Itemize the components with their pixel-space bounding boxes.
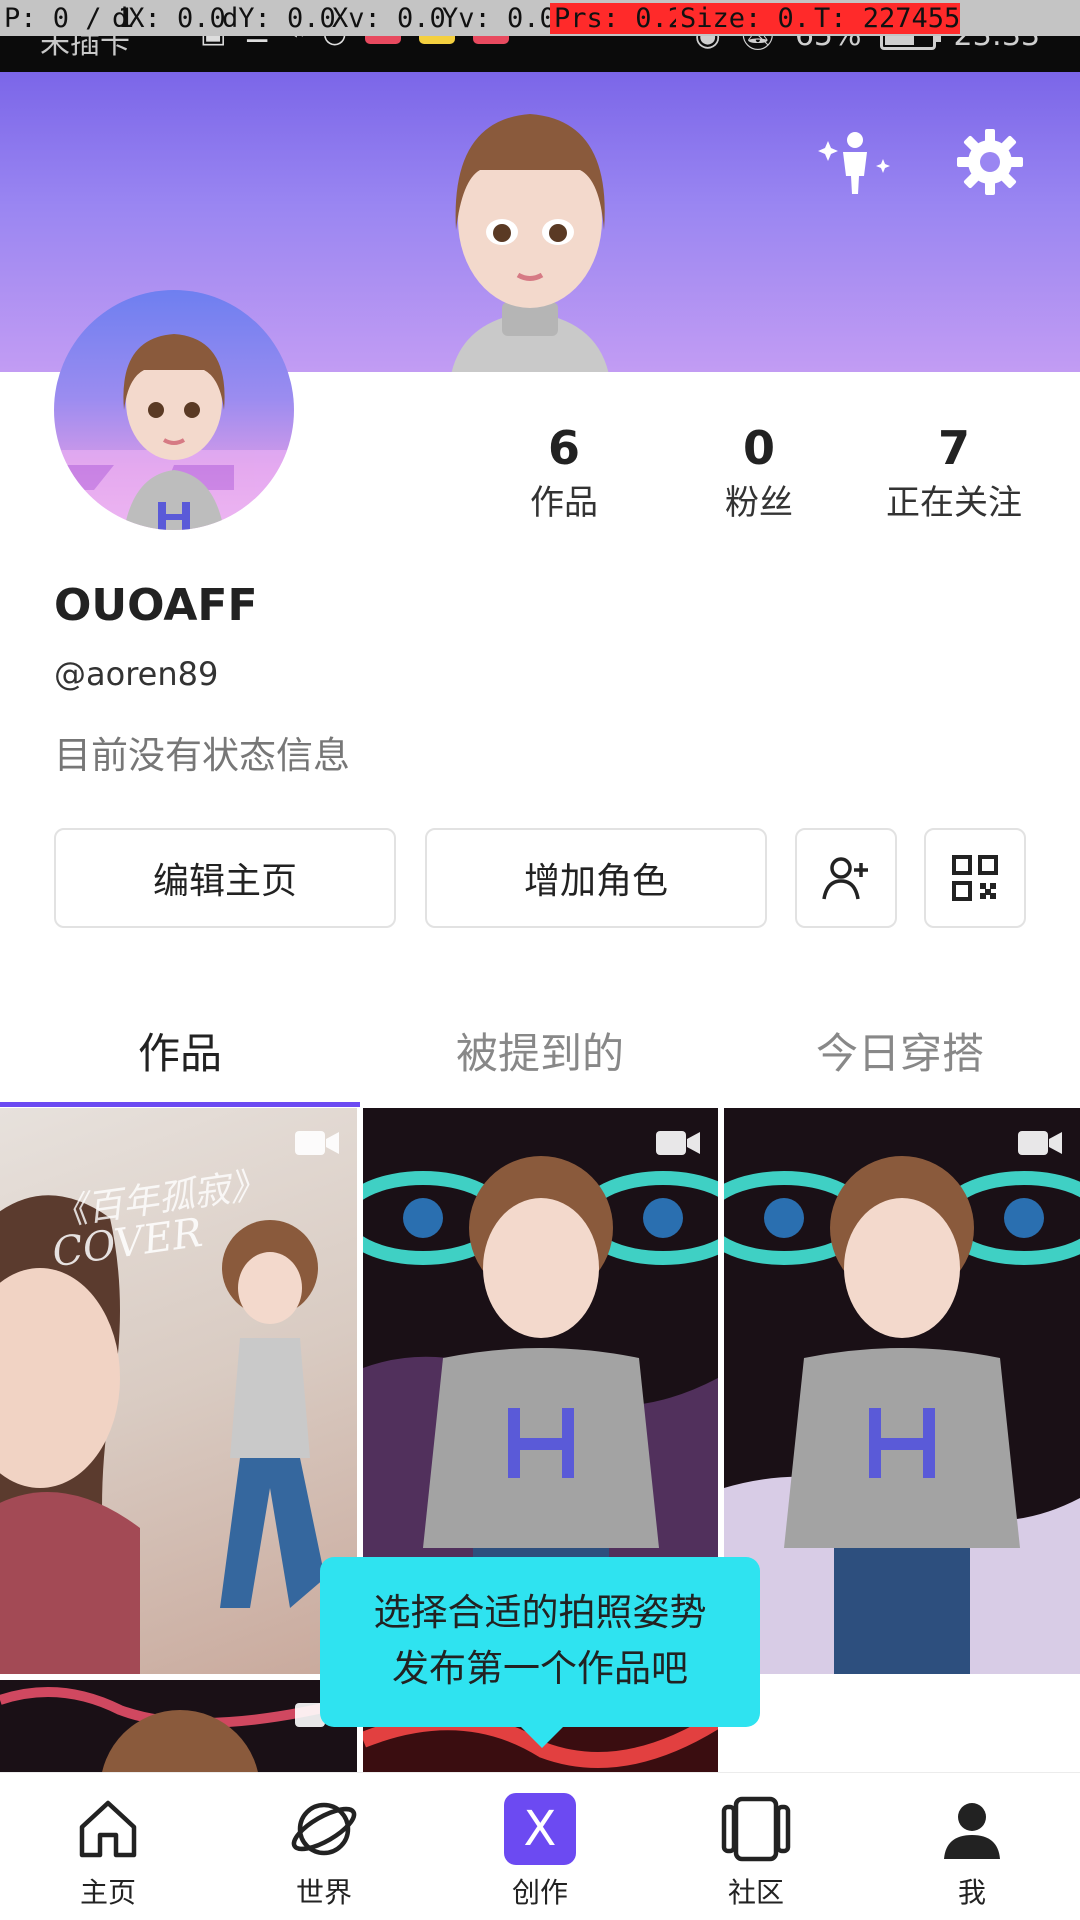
user-handle: @aoren89 [54, 655, 219, 693]
work-thumbnail-3[interactable] [724, 1108, 1080, 1674]
nav-me[interactable]: 我 [864, 1793, 1080, 1911]
active-tab-indicator [0, 1102, 360, 1107]
qr-code-button[interactable] [924, 828, 1026, 928]
stat-following-value: 7 [937, 421, 970, 475]
debug-size: Size: 0.40 [676, 2, 843, 34]
bottom-navigation: 主页 世界 X 创作 社区 我 [0, 1772, 1080, 1920]
work-thumbnail-6[interactable] [724, 1680, 1080, 1772]
stat-followers-value: 0 [742, 421, 775, 475]
tab-works[interactable]: 作品 [0, 1020, 360, 1081]
banner-avatar-image [451, 114, 609, 372]
work-thumbnail-4[interactable] [0, 1680, 357, 1772]
pointer-debug-overlay: P: 0 / 1 dX: 0.0 dY: 0.0 Xv: 0.0 Yv: 0.0… [0, 0, 1080, 36]
display-name: OUOAFF [54, 580, 258, 631]
debug-dy: dY: 0.0 [222, 2, 336, 34]
debug-dx: dX: 0.0 [112, 2, 226, 34]
qr-code-icon [952, 855, 998, 901]
debug-pointer: P: 0 / 1 [4, 2, 135, 34]
debug-time: T: 227455 [810, 2, 960, 34]
tooltip-line-1: 选择合适的拍照姿势 [373, 1591, 707, 1634]
avatar-image [54, 334, 294, 530]
status-message: 目前没有状态信息 [54, 734, 350, 777]
stat-following[interactable]: 7 正在关注 [854, 418, 1054, 528]
debug-pressure: Prs: 0.20 [550, 2, 700, 34]
stat-following-label: 正在关注 [886, 483, 1022, 523]
nav-home[interactable]: 主页 [0, 1793, 216, 1911]
nav-community[interactable]: 社区 [648, 1793, 864, 1911]
add-friend-button[interactable] [795, 828, 897, 928]
video-camera-icon [1018, 1131, 1062, 1155]
video-camera-icon [656, 1131, 700, 1155]
tab-mentioned[interactable]: 被提到的 [360, 1020, 720, 1081]
nav-home-label: 主页 [79, 1876, 136, 1909]
planet-icon [291, 1802, 357, 1856]
nav-create[interactable]: X 创作 [432, 1793, 648, 1911]
home-icon [79, 1800, 137, 1858]
gear-icon [957, 129, 1023, 195]
settings-button[interactable] [950, 122, 1030, 202]
avatar-sparkle-button[interactable] [815, 122, 895, 202]
tooltip-pointer [520, 1726, 564, 1748]
person-icon [944, 1803, 1000, 1859]
thumbnail-image [724, 1156, 1080, 1674]
stat-followers[interactable]: 0 粉丝 [659, 418, 859, 528]
tab-todays-outfit[interactable]: 今日穿搭 [720, 1020, 1080, 1081]
debug-xv: Xv: 0.0 [332, 2, 446, 34]
stat-works[interactable]: 6 作品 [464, 418, 664, 528]
nav-me-label: 我 [957, 1876, 986, 1909]
stat-works-label: 作品 [530, 483, 598, 523]
nav-create-label: 创作 [511, 1876, 568, 1909]
video-camera-icon [295, 1131, 339, 1155]
profile-avatar[interactable] [54, 290, 294, 530]
community-icon [721, 1796, 791, 1862]
nav-community-label: 社区 [727, 1876, 784, 1909]
stat-followers-label: 粉丝 [725, 483, 793, 523]
stat-works-value: 6 [547, 421, 580, 475]
debug-yv: Yv: 0.0 [442, 2, 556, 34]
create-hint-tooltip[interactable]: 选择合适的拍照姿势 发布第一个作品吧 [320, 1557, 760, 1727]
work-thumbnail-1[interactable]: 《百年孤寂》 COVER [0, 1108, 357, 1674]
create-icon: X [504, 1793, 576, 1865]
nav-world-label: 世界 [295, 1876, 352, 1909]
add-person-icon [822, 857, 868, 900]
add-character-button[interactable]: 增加角色 [425, 828, 767, 928]
tooltip-line-2: 发布第一个作品吧 [392, 1647, 688, 1690]
avatar-sparkle-icon [818, 132, 890, 194]
nav-world[interactable]: 世界 [216, 1793, 432, 1911]
edit-profile-button[interactable]: 编辑主页 [54, 828, 396, 928]
